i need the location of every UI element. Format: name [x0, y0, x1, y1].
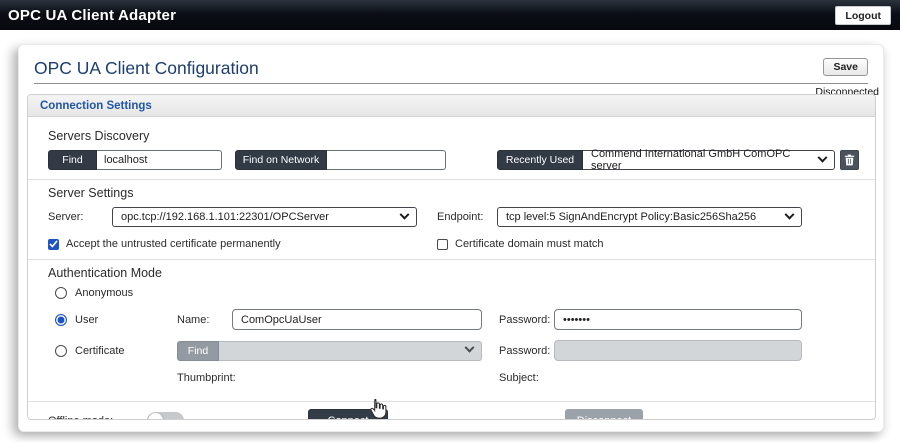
server-endpoint-row: Server: opc.tcp://192.168.1.101:22301/OP…	[48, 207, 859, 227]
chevron-down-icon	[818, 152, 828, 162]
recently-used-button[interactable]: Recently Used	[497, 150, 583, 170]
panel-title: Connection Settings	[40, 100, 152, 112]
endpoint-label: Endpoint:	[437, 211, 497, 223]
recently-used-group: Recently Used Commend International GmbH…	[497, 150, 835, 170]
thumbprint-subject-row: Thumbprint: Subject:	[48, 372, 859, 384]
save-button[interactable]: Save	[823, 58, 868, 76]
recently-used-value: Commend International GmbH ComOPC server	[591, 148, 819, 172]
page-title: OPC UA Client Configuration	[34, 58, 259, 79]
subject-label: Subject:	[499, 372, 539, 384]
domain-match-label: Certificate domain must match	[455, 238, 604, 250]
offline-mode-label: Offline mode:	[48, 415, 147, 421]
servers-discovery-title: Servers Discovery	[48, 129, 859, 143]
anonymous-row: Anonymous	[48, 287, 859, 299]
chevron-down-icon	[465, 343, 475, 353]
check-icon	[49, 240, 58, 248]
endpoint-select[interactable]: tcp level:5 SignAndEncrypt Policy:Basic2…	[497, 207, 802, 227]
configuration-card: OPC UA Client Configuration Save Disconn…	[18, 44, 884, 432]
user-label: User	[75, 314, 98, 326]
certificate-row: Certificate Find Password:	[48, 340, 859, 361]
find-on-network-button[interactable]: Find on Network	[235, 150, 327, 170]
delete-recently-used-button[interactable]	[840, 150, 859, 170]
server-select[interactable]: opc.tcp://192.168.1.101:22301/OPCServer	[112, 207, 417, 227]
offline-mode-toggle[interactable]	[147, 412, 184, 420]
chevron-down-icon	[400, 209, 410, 219]
section-divider	[28, 259, 875, 260]
thumbprint-label: Thumbprint:	[177, 372, 499, 384]
find-group: Find	[48, 150, 222, 170]
section-divider	[28, 401, 875, 402]
server-value: opc.tcp://192.168.1.101:22301/OPCServer	[121, 211, 329, 223]
domain-match-checkbox[interactable]	[437, 239, 448, 250]
servers-discovery-row: Find Find on Network Recently Used Comme…	[48, 150, 859, 170]
certificate-password-input	[554, 340, 802, 361]
accept-untrusted-label: Accept the untrusted certificate permane…	[66, 238, 281, 250]
find-button[interactable]: Find	[48, 150, 97, 170]
user-row: User Name: Password:	[48, 309, 859, 330]
logout-button[interactable]: Logout	[835, 6, 891, 25]
endpoint-value: tcp level:5 SignAndEncrypt Policy:Basic2…	[506, 211, 756, 223]
domain-match-option: Certificate domain must match	[437, 238, 604, 250]
section-divider	[28, 179, 875, 180]
accept-untrusted-checkbox[interactable]	[48, 239, 59, 250]
find-on-network-input[interactable]	[327, 150, 446, 170]
certificate-radio[interactable]	[55, 345, 67, 357]
authentication-mode-title: Authentication Mode	[48, 266, 859, 280]
app-title: OPC UA Client Adapter	[0, 7, 176, 24]
server-settings-title: Server Settings	[48, 186, 859, 200]
connection-settings-panel: Connection Settings Servers Discovery Fi…	[27, 94, 876, 420]
certificate-label: Certificate	[75, 345, 125, 357]
user-radio[interactable]	[55, 314, 67, 326]
user-name-input[interactable]	[232, 309, 482, 330]
toggle-knob	[148, 413, 163, 420]
disconnect-button: Disconnect	[565, 409, 643, 420]
trash-icon	[844, 154, 855, 166]
panel-header: Connection Settings	[28, 95, 875, 117]
app-topbar: OPC UA Client Adapter Logout	[0, 0, 900, 30]
certificate-options-row: Accept the untrusted certificate permane…	[48, 238, 859, 250]
find-host-input[interactable]	[97, 150, 222, 170]
user-password-label: Password:	[499, 314, 554, 326]
certificate-password-label: Password:	[499, 345, 554, 357]
name-label: Name:	[177, 314, 232, 326]
chevron-down-icon	[785, 209, 795, 219]
footer-row: Offline mode: Connect Disconnect	[48, 409, 859, 420]
user-password-input[interactable]	[554, 309, 802, 330]
find-on-network-group: Find on Network	[235, 150, 446, 170]
anonymous-radio[interactable]	[55, 287, 67, 299]
certificate-find-button[interactable]: Find	[177, 341, 219, 361]
recently-used-select[interactable]: Commend International GmbH ComOPC server	[583, 150, 835, 170]
accept-untrusted-option: Accept the untrusted certificate permane…	[48, 238, 437, 250]
anonymous-label: Anonymous	[75, 287, 133, 299]
server-label: Server:	[48, 211, 112, 223]
connect-button[interactable]: Connect	[308, 409, 388, 420]
certificate-select[interactable]	[219, 341, 482, 361]
